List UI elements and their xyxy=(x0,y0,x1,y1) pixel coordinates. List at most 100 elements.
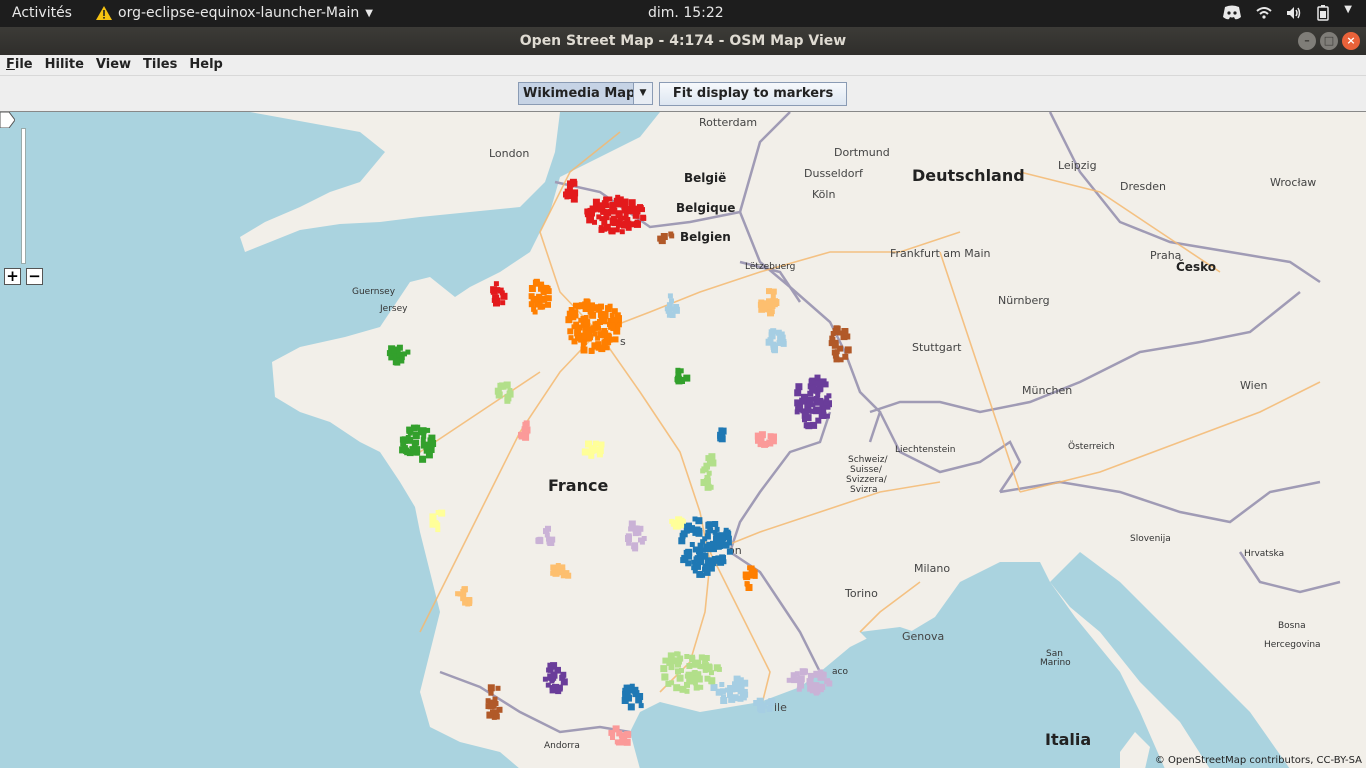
map-marker[interactable] xyxy=(761,440,769,448)
map-marker[interactable] xyxy=(682,531,687,537)
map-marker[interactable] xyxy=(831,341,839,349)
map-marker[interactable] xyxy=(829,335,835,341)
fit-display-button[interactable]: Fit display to markers xyxy=(659,82,847,106)
map-marker[interactable] xyxy=(588,452,595,459)
map-marker[interactable] xyxy=(528,293,535,300)
map-marker[interactable] xyxy=(704,475,711,481)
map-marker[interactable] xyxy=(684,550,690,555)
map-marker[interactable] xyxy=(593,446,600,453)
map-marker[interactable] xyxy=(826,393,832,399)
map-marker[interactable] xyxy=(842,329,849,336)
map-marker[interactable] xyxy=(487,684,495,692)
map-marker[interactable] xyxy=(822,381,829,388)
map-marker[interactable] xyxy=(569,178,577,186)
map-marker[interactable] xyxy=(601,217,607,223)
map-marker[interactable] xyxy=(628,687,635,694)
map-marker[interactable] xyxy=(595,345,601,351)
map-marker[interactable] xyxy=(807,672,814,679)
map-marker[interactable] xyxy=(726,535,732,541)
map-marker[interactable] xyxy=(614,312,621,319)
map-marker[interactable] xyxy=(580,346,588,354)
map-marker[interactable] xyxy=(799,397,807,405)
window-title-bar[interactable]: Open Street Map - 4:174 - OSM Map View –… xyxy=(0,27,1366,55)
map-marker[interactable] xyxy=(617,201,624,208)
map-marker[interactable] xyxy=(834,349,840,355)
map-marker[interactable] xyxy=(639,539,645,545)
map-marker[interactable] xyxy=(429,448,435,453)
map-marker[interactable] xyxy=(817,673,825,681)
map-marker[interactable] xyxy=(555,563,561,568)
map-source-select[interactable]: Wikimedia Map ▼ xyxy=(518,82,653,105)
map-marker[interactable] xyxy=(632,545,639,552)
map-marker[interactable] xyxy=(706,521,713,528)
map-marker[interactable] xyxy=(666,302,673,309)
map-marker[interactable] xyxy=(708,484,714,490)
map-marker[interactable] xyxy=(538,281,545,288)
map-marker[interactable] xyxy=(815,417,822,424)
map-marker[interactable] xyxy=(522,421,528,427)
map-marker[interactable] xyxy=(571,338,578,345)
map-marker[interactable] xyxy=(767,309,774,317)
map-marker[interactable] xyxy=(405,349,411,355)
map-marker[interactable] xyxy=(566,192,573,198)
map-marker[interactable] xyxy=(824,413,830,419)
maximize-button[interactable]: □ xyxy=(1320,32,1338,50)
map-canvas[interactable]: Rotterdam London Dortmund Dusseldorf Köl… xyxy=(0,112,1366,768)
map-marker[interactable] xyxy=(607,209,613,214)
map-marker[interactable] xyxy=(560,573,566,579)
zoom-out-button[interactable]: − xyxy=(26,268,43,285)
map-marker[interactable] xyxy=(592,331,598,337)
map-marker[interactable] xyxy=(770,288,777,295)
map-marker[interactable] xyxy=(399,355,405,361)
map-marker[interactable] xyxy=(499,290,505,296)
minimize-button[interactable]: – xyxy=(1298,32,1316,50)
volume-icon[interactable] xyxy=(1286,5,1302,21)
map-marker[interactable] xyxy=(601,328,608,334)
map-marker[interactable] xyxy=(768,302,776,309)
map-marker[interactable] xyxy=(638,703,644,709)
map-marker[interactable] xyxy=(689,542,695,547)
map-marker[interactable] xyxy=(830,331,836,336)
map-marker[interactable] xyxy=(544,295,550,301)
map-marker[interactable] xyxy=(673,304,680,310)
map-marker[interactable] xyxy=(723,530,729,536)
map-marker[interactable] xyxy=(606,306,612,312)
map-marker[interactable] xyxy=(714,526,720,532)
map-marker[interactable] xyxy=(413,439,420,446)
map-marker[interactable] xyxy=(678,376,684,383)
map-marker[interactable] xyxy=(602,226,608,232)
map-marker[interactable] xyxy=(598,441,605,448)
map-marker[interactable] xyxy=(571,315,577,321)
map-marker[interactable] xyxy=(668,231,674,237)
zoom-slider-track[interactable] xyxy=(21,128,26,264)
map-marker[interactable] xyxy=(499,382,507,390)
map-marker[interactable] xyxy=(438,509,446,517)
map-marker[interactable] xyxy=(705,455,712,462)
close-button[interactable]: × xyxy=(1342,32,1360,50)
map-marker[interactable] xyxy=(581,448,589,456)
map-marker[interactable] xyxy=(719,536,726,542)
map-marker[interactable] xyxy=(703,655,710,661)
map-marker[interactable] xyxy=(415,424,421,430)
map-marker[interactable] xyxy=(709,679,714,685)
map-marker[interactable] xyxy=(675,651,681,657)
map-marker[interactable] xyxy=(391,348,397,354)
map-marker[interactable] xyxy=(597,319,603,325)
map-marker[interactable] xyxy=(601,311,609,319)
map-marker[interactable] xyxy=(587,307,595,315)
map-marker[interactable] xyxy=(753,700,760,706)
map-marker[interactable] xyxy=(560,671,567,678)
map-marker[interactable] xyxy=(684,681,690,688)
map-marker[interactable] xyxy=(419,455,427,463)
map-marker[interactable] xyxy=(692,670,698,675)
map-view[interactable]: Rotterdam London Dortmund Dusseldorf Köl… xyxy=(0,111,1366,768)
map-marker[interactable] xyxy=(625,535,632,542)
map-marker[interactable] xyxy=(492,696,498,702)
map-marker[interactable] xyxy=(675,658,682,664)
map-marker[interactable] xyxy=(528,301,535,308)
map-marker[interactable] xyxy=(392,358,400,366)
map-marker[interactable] xyxy=(809,408,815,414)
map-marker[interactable] xyxy=(592,440,599,447)
map-marker[interactable] xyxy=(742,689,748,694)
map-marker[interactable] xyxy=(634,208,641,215)
